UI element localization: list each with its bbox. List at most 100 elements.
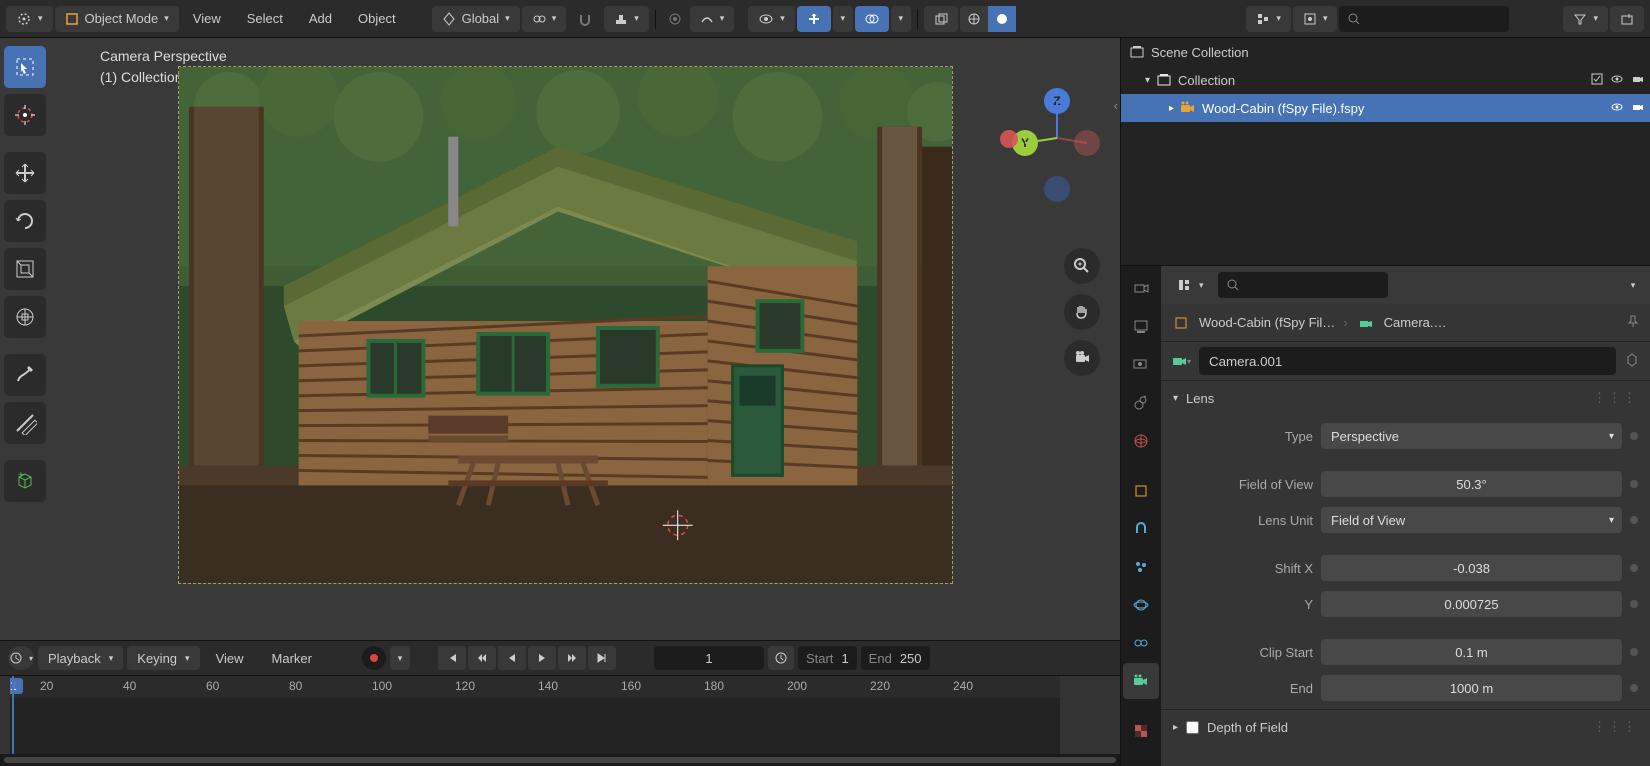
animate-property-icon[interactable] (1630, 564, 1638, 572)
measure-tool[interactable] (4, 402, 46, 444)
orientation-dropdown[interactable]: Global ▾ (432, 6, 520, 32)
animate-property-icon[interactable] (1630, 516, 1638, 524)
gizmo-z-axis[interactable]: Z (1044, 88, 1070, 114)
menu-object[interactable]: Object (346, 6, 408, 32)
disable-render-toggle[interactable] (1630, 100, 1644, 117)
cursor-tool-dropdown[interactable]: ▾ (6, 6, 53, 32)
snap-toggle[interactable] (568, 6, 602, 32)
properties-options[interactable]: ▾ (1622, 273, 1644, 297)
end-frame-field[interactable]: End 250 (861, 646, 930, 670)
tab-world[interactable] (1123, 423, 1159, 459)
outliner-view-dropdown[interactable]: ▾ (1293, 6, 1338, 32)
prev-keyframe-button[interactable] (468, 646, 496, 670)
breadcrumb-object[interactable]: Wood-Cabin (fSpy Fil… (1199, 315, 1335, 330)
lens-type-dropdown[interactable]: Perspective (1321, 423, 1622, 449)
timeline-editor-icon[interactable]: ▾ (8, 646, 34, 670)
timeline-marker-menu[interactable]: Marker (260, 645, 324, 671)
timeline-scrollbar[interactable] (0, 754, 1120, 766)
animate-property-icon[interactable] (1630, 600, 1638, 608)
animate-property-icon[interactable] (1630, 480, 1638, 488)
animate-property-icon[interactable] (1630, 684, 1638, 692)
properties-editor-dropdown[interactable]: ▾ (1167, 273, 1214, 297)
move-tool[interactable] (4, 152, 46, 194)
gizmo-neg-x[interactable] (1074, 130, 1100, 156)
menu-view[interactable]: View (181, 6, 233, 32)
animate-property-icon[interactable] (1630, 432, 1638, 440)
tab-modifiers[interactable] (1123, 511, 1159, 547)
snap-dropdown[interactable]: ▾ (604, 6, 649, 32)
overlays-dropdown[interactable]: ▾ (891, 6, 911, 32)
collection-row[interactable]: Collection (1121, 66, 1650, 94)
expand-icon[interactable] (1169, 103, 1174, 114)
shading-wireframe[interactable] (960, 6, 988, 32)
breadcrumb-data[interactable]: Camera.… (1384, 315, 1447, 330)
scale-tool[interactable] (4, 248, 46, 290)
jump-end-button[interactable] (588, 646, 616, 670)
dof-enable-checkbox[interactable] (1186, 721, 1199, 734)
frame-range-icon[interactable] (768, 646, 794, 670)
expand-icon[interactable] (1145, 75, 1150, 86)
menu-add[interactable]: Add (297, 6, 344, 32)
animate-property-icon[interactable] (1630, 648, 1638, 656)
shading-solid[interactable] (988, 6, 1016, 32)
overlays-toggle[interactable] (855, 6, 889, 32)
camera-object-row[interactable]: Wood-Cabin (fSpy File).fspy (1121, 94, 1650, 122)
panel-drag-icon[interactable]: ⋮⋮⋮ (1593, 390, 1638, 406)
hide-toggle[interactable] (1610, 72, 1624, 89)
tab-data-camera[interactable] (1123, 663, 1159, 699)
dof-panel-header[interactable]: Depth of Field ⋮⋮⋮ (1161, 710, 1650, 744)
select-tool[interactable] (4, 46, 46, 88)
hide-toggle[interactable] (1610, 100, 1624, 117)
proportional-dropdown[interactable]: ▾ (690, 6, 735, 32)
gizmo-neg-z[interactable] (1044, 176, 1070, 202)
mode-selector[interactable]: Object Mode ▾ (55, 6, 179, 32)
proportional-toggle[interactable] (662, 6, 688, 32)
clip-end-field[interactable]: 1000 m (1321, 675, 1622, 701)
gizmo-toggle[interactable] (797, 6, 831, 32)
fov-field[interactable]: 50.3° (1321, 471, 1622, 497)
auto-key-dropdown[interactable]: ▾ (390, 646, 410, 670)
visibility-dropdown[interactable]: ▾ (748, 6, 795, 32)
timeline-track[interactable]: 1 20406080100120140160180200220240 (0, 675, 1120, 754)
tab-object[interactable] (1123, 473, 1159, 509)
tab-viewlayer[interactable] (1123, 347, 1159, 383)
tab-texture[interactable] (1123, 713, 1159, 749)
tab-render[interactable] (1123, 271, 1159, 307)
menu-select[interactable]: Select (235, 6, 295, 32)
play-button[interactable] (528, 646, 556, 670)
panel-drag-icon[interactable]: ⋮⋮⋮ (1593, 719, 1638, 735)
camera-name-input[interactable] (1199, 347, 1616, 375)
scene-collection-row[interactable]: Scene Collection (1121, 38, 1650, 66)
keying-dropdown[interactable]: Keying▾ (127, 646, 199, 670)
properties-search[interactable] (1218, 272, 1388, 298)
next-keyframe-button[interactable] (558, 646, 586, 670)
gizmo-dropdown[interactable]: ▾ (833, 6, 853, 32)
outliner-display-mode[interactable]: ▾ (1246, 6, 1291, 32)
playback-dropdown[interactable]: Playback▾ (38, 646, 123, 670)
pin-icon[interactable] (1626, 314, 1640, 331)
fake-user-toggle[interactable] (1624, 352, 1640, 371)
zoom-icon[interactable] (1064, 248, 1100, 284)
transform-tool[interactable] (4, 296, 46, 338)
rotate-tool[interactable] (4, 200, 46, 242)
play-reverse-button[interactable] (498, 646, 526, 670)
add-cube-tool[interactable]: + (4, 460, 46, 502)
lens-panel-header[interactable]: Lens ⋮⋮⋮ (1161, 381, 1650, 415)
viewport-canvas[interactable]: Camera Perspective (1) Collection | Wood… (48, 38, 1120, 640)
tab-constraints[interactable] (1123, 625, 1159, 661)
shift-x-field[interactable]: -0.038 (1321, 555, 1622, 581)
shift-y-field[interactable]: 0.000725 (1321, 591, 1622, 617)
current-frame-input[interactable] (654, 646, 764, 670)
timeline-view-menu[interactable]: View (204, 645, 256, 671)
jump-start-button[interactable] (438, 646, 466, 670)
start-frame-field[interactable]: Start 1 (798, 646, 857, 670)
lens-unit-dropdown[interactable]: Field of View (1321, 507, 1622, 533)
playhead[interactable] (12, 676, 14, 754)
outliner-search[interactable] (1339, 6, 1509, 32)
tab-physics[interactable] (1123, 587, 1159, 623)
annotate-tool[interactable] (4, 354, 46, 396)
auto-key-toggle[interactable] (362, 646, 386, 670)
clip-start-field[interactable]: 0.1 m (1321, 639, 1622, 665)
xray-toggle[interactable] (924, 6, 958, 32)
filter-toggle[interactable]: ▾ (1563, 6, 1608, 32)
